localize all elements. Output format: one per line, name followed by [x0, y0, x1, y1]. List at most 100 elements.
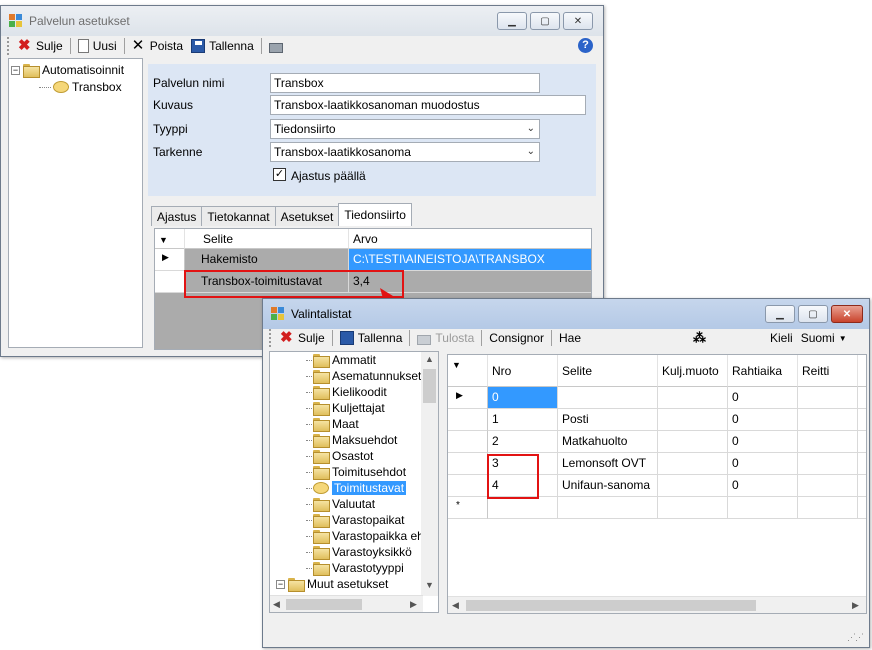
- toolbar-grip[interactable]: [269, 329, 272, 347]
- new-row-icon[interactable]: *: [448, 497, 488, 519]
- grid-header-kulj-muoto[interactable]: Kulj.muoto: [658, 355, 728, 387]
- grid-cell-value[interactable]: C:\TESTI\AINEISTOJA\TRANSBOX: [349, 249, 591, 271]
- description-input[interactable]: Transbox-laatikkosanoman muodostus: [270, 95, 586, 115]
- row-indicator[interactable]: [448, 409, 488, 431]
- grid-cell-filler[interactable]: [858, 387, 866, 409]
- minimize-button[interactable]: ▁: [497, 12, 527, 30]
- row-indicator[interactable]: [448, 431, 488, 453]
- row-indicator-icon[interactable]: ▶: [155, 249, 185, 271]
- grid-header-selite[interactable]: Selite: [558, 355, 658, 387]
- scroll-right-icon[interactable]: ▶: [410, 599, 417, 610]
- grid-cell-new[interactable]: [488, 497, 558, 519]
- scroll-thumb[interactable]: [423, 369, 436, 403]
- detail-select[interactable]: Transbox-laatikkosanoma ⌄: [270, 142, 540, 162]
- grid-header-selector[interactable]: ▼: [155, 229, 185, 249]
- grid-cell-filler[interactable]: [858, 409, 866, 431]
- tree-node[interactable]: Maksuehdot: [306, 432, 397, 448]
- grid-cell-rahti[interactable]: 0: [728, 409, 798, 431]
- grid-cell-new[interactable]: [858, 497, 866, 519]
- grid-cell-reitti[interactable]: [798, 431, 858, 453]
- grid-cell-reitti[interactable]: [798, 475, 858, 497]
- list-tree[interactable]: Ammatit Asematunnukset Kielikoodit Kuljetta…: [269, 351, 439, 613]
- new-button[interactable]: Uusi: [74, 35, 121, 57]
- schedule-checkbox[interactable]: ✓: [273, 168, 286, 181]
- grid-cell-kulj[interactable]: [658, 387, 728, 409]
- minimize-button[interactable]: ▁: [765, 305, 795, 323]
- grid-cell-rahti[interactable]: 0: [728, 431, 798, 453]
- grid-cell-label[interactable]: Hakemisto: [185, 249, 349, 271]
- grid-cell-kulj[interactable]: [658, 409, 728, 431]
- save-button[interactable]: Tallenna: [187, 35, 258, 57]
- name-input[interactable]: Transbox: [270, 73, 540, 93]
- type-select[interactable]: Tiedonsiirto ⌄: [270, 119, 540, 139]
- grid-cell-rahti[interactable]: 0: [728, 475, 798, 497]
- maximize-button[interactable]: ▢: [530, 12, 560, 30]
- grid-horizontal-scrollbar[interactable]: ◀ ▶: [448, 596, 866, 613]
- maximize-button[interactable]: ▢: [798, 305, 828, 323]
- grid-cell-nro[interactable]: 1: [488, 409, 558, 431]
- grid-cell-reitti[interactable]: [798, 409, 858, 431]
- grid-cell-selite[interactable]: Posti: [558, 409, 658, 431]
- consignor-button[interactable]: Consignor: [485, 327, 548, 349]
- grid-cell-rahti[interactable]: 0: [728, 387, 798, 409]
- grid-cell-new[interactable]: [798, 497, 858, 519]
- binoculars-button[interactable]: ⁂: [689, 327, 710, 349]
- grid-cell-new[interactable]: [558, 497, 658, 519]
- grid-header-nro[interactable]: Nro: [488, 355, 558, 387]
- tab-tietokannat[interactable]: Tietokannat: [201, 206, 276, 226]
- grid-header-arvo[interactable]: Arvo: [349, 229, 591, 249]
- tree-node-transbox[interactable]: Transbox: [39, 79, 122, 95]
- grid-cell-kulj[interactable]: [658, 431, 728, 453]
- grid-cell-new[interactable]: [728, 497, 798, 519]
- close-button[interactable]: ✖ Sulje: [14, 35, 67, 57]
- grid-cell-selite[interactable]: [558, 387, 658, 409]
- close-window-button[interactable]: ✕: [831, 305, 863, 323]
- toolbar-grip[interactable]: [7, 37, 10, 55]
- grid-cell-reitti[interactable]: [798, 453, 858, 475]
- scroll-thumb[interactable]: [286, 599, 362, 610]
- scroll-left-icon[interactable]: ◀: [452, 600, 459, 611]
- help-icon[interactable]: ?: [578, 38, 593, 53]
- grid-header-selite[interactable]: Selite: [185, 229, 349, 249]
- tree-node[interactable]: Toimitusehdot: [306, 464, 406, 480]
- close-window-button[interactable]: ✕: [563, 12, 593, 30]
- row-indicator[interactable]: [448, 453, 488, 475]
- resize-grip-icon[interactable]: ⋰⋰: [847, 632, 864, 643]
- grid-cell-kulj[interactable]: [658, 453, 728, 475]
- tree-node[interactable]: Ammatit: [306, 352, 376, 368]
- tree-node-automatisoinnit[interactable]: − Automatisoinnit: [11, 62, 124, 78]
- grid-cell-selite[interactable]: Lemonsoft OVT: [558, 453, 658, 475]
- tree-node[interactable]: Kuljettajat: [306, 400, 385, 416]
- grid-cell-kulj[interactable]: [658, 475, 728, 497]
- language-select[interactable]: Suomi ▼: [797, 327, 851, 349]
- tree-node[interactable]: Varastoyksikkö: [306, 544, 412, 560]
- scroll-left-icon[interactable]: ◀: [273, 599, 280, 610]
- print-button[interactable]: [265, 35, 291, 57]
- grid-cell-rahti[interactable]: 0: [728, 453, 798, 475]
- close-button[interactable]: ✖ Sulje: [276, 327, 329, 349]
- grid-cell-nro[interactable]: 0: [488, 387, 558, 409]
- grid-cell-filler[interactable]: [858, 475, 866, 497]
- tree-node[interactable]: Toimitustavat: [306, 480, 407, 496]
- scroll-up-icon[interactable]: ▲: [425, 354, 434, 364]
- collapse-toggle-icon[interactable]: −: [276, 579, 285, 589]
- titlebar[interactable]: Palvelun asetukset ▁ ▢ ✕: [1, 6, 603, 36]
- tab-ajastus[interactable]: Ajastus: [151, 206, 203, 226]
- tree-node[interactable]: − Muut asetukset: [276, 576, 388, 592]
- grid-cell-reitti[interactable]: [798, 387, 858, 409]
- tree-node[interactable]: Kielikoodit: [306, 384, 387, 400]
- row-indicator-icon[interactable]: ▶: [448, 387, 488, 409]
- grid-header-filler[interactable]: [858, 355, 866, 387]
- tree-node[interactable]: Maat: [306, 416, 359, 432]
- service-tree[interactable]: − Automatisoinnit Transbox: [8, 58, 143, 348]
- tree-vertical-scrollbar[interactable]: ▲ ▼: [421, 352, 438, 596]
- tree-node[interactable]: Varastopaikat: [306, 512, 405, 528]
- grid-header-selector[interactable]: ▼: [448, 355, 488, 387]
- scroll-thumb[interactable]: [466, 600, 756, 611]
- grid-cell-new[interactable]: [658, 497, 728, 519]
- tab-tiedonsiirto[interactable]: Tiedonsiirto: [338, 203, 412, 226]
- grid-header-rahtiaika[interactable]: Rahtiaika: [728, 355, 798, 387]
- collapse-toggle-icon[interactable]: −: [11, 65, 20, 75]
- scroll-down-icon[interactable]: ▼: [425, 580, 434, 590]
- search-button[interactable]: Hae: [555, 327, 585, 349]
